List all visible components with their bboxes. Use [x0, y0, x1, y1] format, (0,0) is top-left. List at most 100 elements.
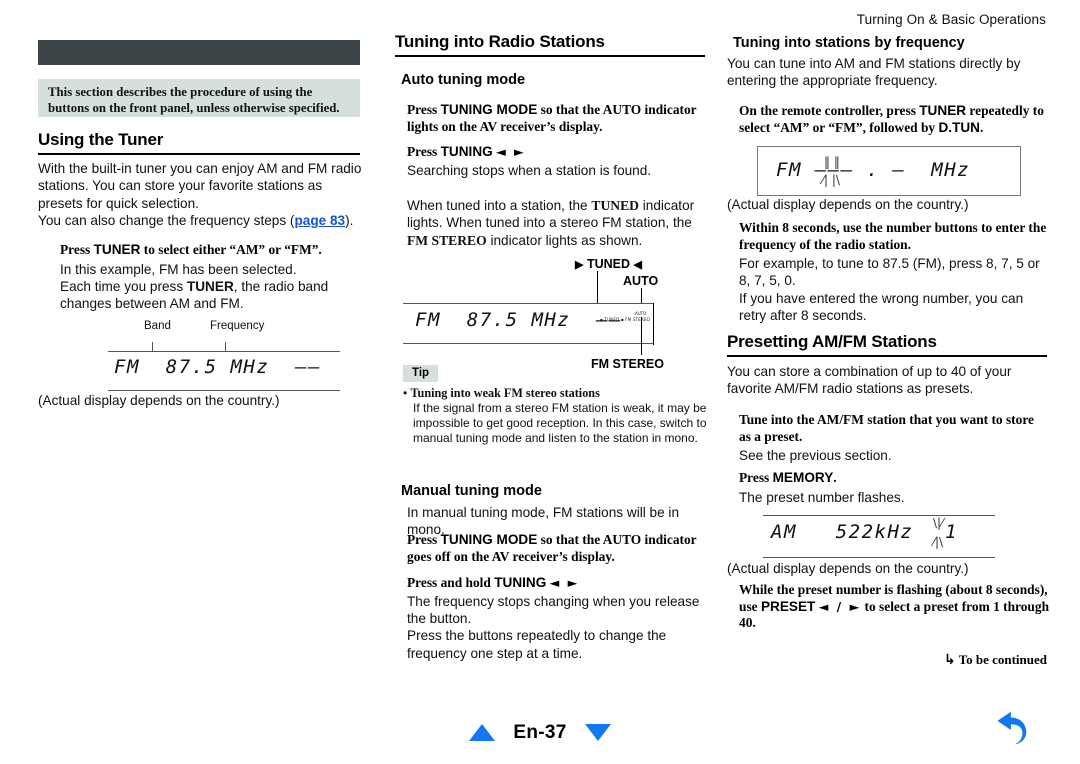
to-be-continued: ↳ To be continued	[727, 652, 1047, 668]
heading-rule-right	[727, 355, 1047, 357]
button-tuner-remote-label: TUNER	[919, 103, 967, 118]
lcd-text-fm-875-tuned: FM 87.5 MHz ––	[415, 309, 623, 331]
lcd-bottom-rule	[108, 390, 340, 391]
step-press-tuner-body-2: Each time you press TUNER, the radio ban…	[60, 278, 370, 313]
band-change-pre: Each time you press	[60, 278, 187, 294]
caption-actual-display-right-2: (Actual display depends on the country.)	[727, 561, 969, 576]
button-tuner-label-2: TUNER	[186, 278, 234, 294]
callout-auto: AUTO	[623, 274, 659, 288]
frequency-steps-post: ).	[345, 213, 354, 229]
remote-step-pre: On the remote controller, press	[739, 103, 920, 118]
lcd-top-rule	[108, 351, 340, 353]
flash-marks-bottom-icon: ⁄| |\	[822, 173, 840, 187]
callout-tuned-text: TUNED	[586, 257, 631, 271]
step-press-memory-head: Press MEMORY.	[739, 470, 1047, 487]
flash-marks-top-icon: ‖ ‖	[824, 155, 840, 169]
step-press-tuning-head: Press TUNING ◄ ►	[407, 144, 707, 161]
indicator-fm-stereo-label: FM STEREO	[407, 232, 487, 248]
enter-frequency-example: For example, to tune to 87.5 (FM), press…	[739, 256, 1040, 289]
step-auto-tuning-mode-head: Press TUNING MODE so that the AUTO indic…	[407, 102, 707, 135]
step-tune-into-station-head: Tune into the AM/FM station that you wan…	[739, 412, 1034, 444]
step-press-tuner-head: Press TUNER to select either “AM” or “FM…	[60, 242, 370, 259]
tuned-note-1: When tuned into a station, the	[407, 198, 592, 213]
button-tuning-mode-label-2: TUNING MODE	[440, 532, 538, 547]
step-tune-into-station-body: See the previous section.	[739, 448, 892, 463]
step-select-preset-head: While the preset number is flashing (abo…	[739, 582, 1049, 632]
lcd-text-fm-entry: FM ––– . – MHz	[776, 159, 971, 181]
leader-band	[152, 342, 153, 351]
button-tuning-label-2: TUNING	[494, 575, 547, 590]
lcd-display-fm-entry: FM ––– . – MHz ‖ ‖ ⁄| |\	[757, 146, 1021, 196]
tip-title: Tuning into weak FM stereo stations	[410, 386, 600, 400]
triangle-down-icon[interactable]	[584, 724, 611, 741]
step-manual-tuning-mode-head: Press TUNING MODE so that the AUTO indic…	[407, 532, 707, 565]
subheading-auto-tuning-mode: Auto tuning mode	[401, 72, 526, 88]
enter-frequency-retry: If you have entered the wrong number, yo…	[739, 290, 1024, 324]
tuning-arrows-icon: ◄ ►	[496, 144, 526, 159]
subheading-manual-tuning-mode: Manual tuning mode	[401, 483, 542, 499]
memory-step-pre: Press	[739, 470, 773, 485]
manual-step2-pre: Press and hold	[407, 575, 495, 590]
lcd-display-fm-tuned: ▶ TUNED ◀ AUTO FM 87.5 MHz –– ▪ TUNED ▪ …	[395, 255, 715, 371]
step-press-hold-tuning-head: Press and hold TUNING ◄ ►	[407, 575, 709, 592]
step-press-tuner-body-1: In this example, FM has been selected.	[60, 261, 297, 277]
tip-text: If the signal from a stereo FM station i…	[413, 401, 707, 445]
subheading-tuning-by-frequency: Tuning into stations by frequency	[733, 35, 965, 51]
button-dtun-label: D.TUN	[938, 119, 981, 135]
preset-flash-top-icon: \|⁄	[933, 516, 944, 530]
preset-flash-bottom-icon: ⁄|\	[933, 535, 944, 549]
tip-box: Tip • Tuning into weak FM stereo station…	[403, 363, 709, 446]
lcd-bottom-rule-am	[763, 557, 995, 559]
remote-step-post: .	[980, 119, 984, 135]
button-memory-label: MEMORY	[772, 470, 834, 485]
triangle-up-icon[interactable]	[469, 724, 496, 741]
page-number: En-37	[513, 721, 567, 743]
tip-tag: Tip	[403, 365, 439, 382]
front-panel-note-text: This section describes the procedure of …	[48, 85, 340, 115]
tuner-intro-paragraph: With the built-in tuner you can enjoy AM…	[38, 161, 362, 211]
preset-arrows-icon: ◄ / ►	[818, 598, 862, 614]
section-tuning-into-radio-stations: Tuning into Radio Stations	[395, 32, 605, 51]
section-color-bar	[38, 40, 360, 65]
heading-rule-mid	[395, 55, 705, 57]
continue-arrow-icon: ↳	[943, 652, 956, 668]
leader-fm-stereo	[641, 317, 643, 355]
tip-bullet-icon: •	[403, 386, 408, 400]
lcd-micro-auto: AUTO	[635, 311, 647, 316]
step-enter-frequency-head: Within 8 seconds, use the number buttons…	[739, 220, 1047, 252]
lcd-right-bracket	[653, 303, 655, 345]
button-tuner-label: TUNER	[93, 242, 141, 257]
lcd-micro-indicators: ▪ TUNED ▪ FM STEREO	[600, 317, 650, 322]
tuned-note-3: indicator lights as shown.	[486, 232, 643, 248]
auto-step2-body: Searching stops when a station is found.	[407, 162, 652, 178]
auto-step1-pre: Press	[407, 102, 441, 117]
heading-rule	[38, 153, 360, 155]
page-title-using-the-tuner: Using the Tuner	[38, 130, 164, 149]
caption-actual-display-left: (Actual display depends on the country.)	[38, 393, 280, 408]
memory-step-post: .	[833, 470, 837, 485]
lcd-text-fm-875: FM 87.5 MHz ––	[114, 356, 322, 378]
back-arrow-icon	[997, 711, 1027, 745]
callout-tuned: ▶ TUNED ◀	[575, 257, 642, 271]
step-press-tuner-post: to select either “AM” or “FM”.	[140, 242, 322, 257]
manual-step1-pre: Press	[407, 532, 441, 547]
manual-body-2: Press the buttons repeatedly to change t…	[407, 628, 667, 661]
leader-frequency	[225, 342, 226, 351]
back-button[interactable]	[986, 706, 1032, 752]
callout-tuned-arrow-right-icon: ◀	[633, 259, 642, 271]
tip-content: • Tuning into weak FM stereo stations If…	[403, 386, 709, 446]
tuning-by-frequency-intro: You can tune into AM and FM stations dir…	[727, 56, 1021, 89]
link-page-83[interactable]: page 83	[294, 213, 345, 228]
lcd-text-am-522: AM 522kHz	[771, 521, 914, 543]
lcd-top-rule-am	[763, 515, 995, 517]
callout-tuned-arrow-left-icon: ▶	[575, 259, 584, 271]
manual-body-1: The frequency stops changing when you re…	[407, 593, 700, 626]
leader-tuned	[597, 271, 599, 303]
auto-step2-pre: Press	[407, 144, 441, 159]
step-remote-tuner-head: On the remote controller, press TUNER re…	[739, 103, 1045, 136]
button-tuning-label: TUNING	[440, 144, 493, 159]
frequency-steps-paragraph: You can also change the frequency steps …	[38, 212, 368, 229]
running-head: Turning On & Basic Operations	[856, 12, 1046, 27]
lcd-preset-number: 1	[945, 521, 958, 543]
indicator-tuned-label: TUNED	[591, 198, 639, 213]
